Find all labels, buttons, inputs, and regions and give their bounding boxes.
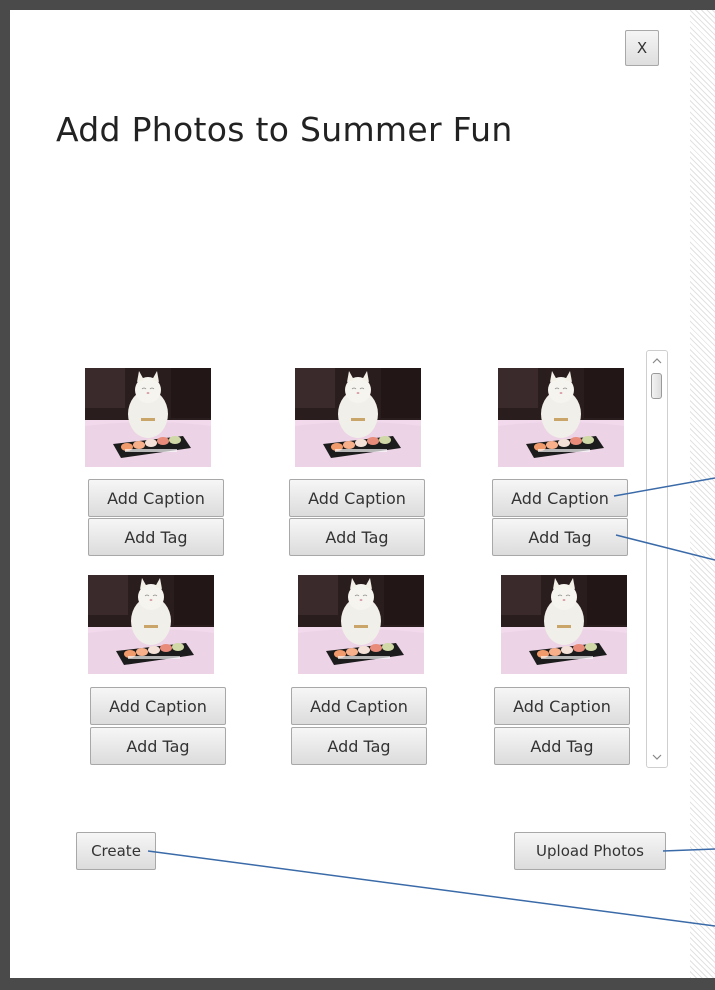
photo-thumbnail[interactable] [295, 368, 421, 467]
background-hatch [690, 10, 715, 978]
photo-thumbnail[interactable] [498, 368, 624, 467]
photo-thumbnail[interactable] [298, 575, 424, 674]
photo-thumbnail[interactable] [88, 575, 214, 674]
close-button[interactable]: X [625, 30, 659, 66]
upload-photos-button[interactable]: Upload Photos [514, 832, 666, 870]
add-caption-button[interactable]: Add Caption [88, 479, 224, 517]
add-tag-button[interactable]: Add Tag [494, 727, 630, 765]
add-caption-button[interactable]: Add Caption [494, 687, 630, 725]
add-tag-button[interactable]: Add Tag [90, 727, 226, 765]
chevron-down-icon[interactable] [647, 748, 667, 766]
photo-thumbnail[interactable] [85, 368, 211, 467]
create-button[interactable]: Create [76, 832, 156, 870]
add-tag-button[interactable]: Add Tag [492, 518, 628, 556]
add-tag-button[interactable]: Add Tag [289, 518, 425, 556]
dialog-title: Add Photos to Summer Fun [56, 110, 513, 149]
scrollbar-thumb[interactable] [651, 373, 662, 399]
chevron-up-icon[interactable] [647, 352, 667, 370]
photo-list-scrollbar[interactable] [646, 350, 668, 768]
add-caption-button[interactable]: Add Caption [492, 479, 628, 517]
add-caption-button[interactable]: Add Caption [289, 479, 425, 517]
add-tag-button[interactable]: Add Tag [291, 727, 427, 765]
add-caption-button[interactable]: Add Caption [90, 687, 226, 725]
photo-thumbnail[interactable] [501, 575, 627, 674]
add-tag-button[interactable]: Add Tag [88, 518, 224, 556]
add-caption-button[interactable]: Add Caption [291, 687, 427, 725]
